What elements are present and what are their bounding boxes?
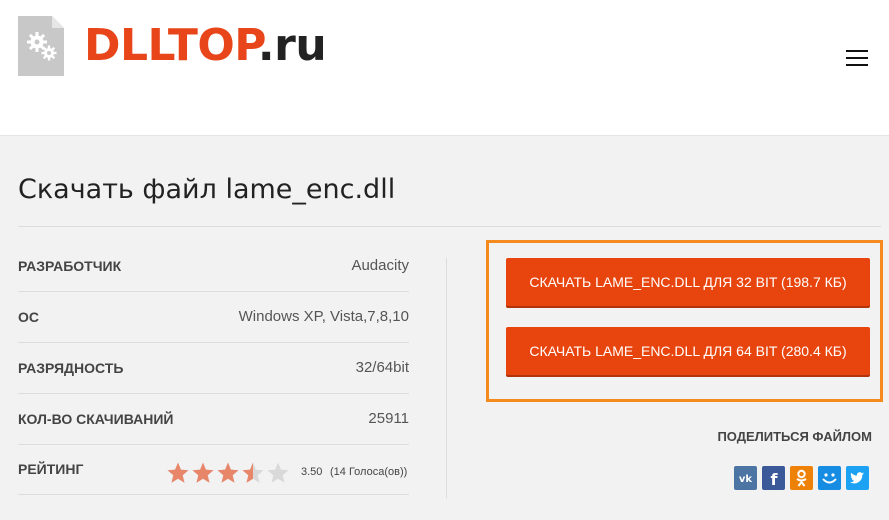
info-value: Windows XP, Vista,7,8,10 <box>238 308 409 325</box>
download-64bit-button[interactable]: СКАЧАТЬ LAME_ENC.DLL ДЛЯ 64 BIT (280.4 К… <box>506 327 870 375</box>
info-row-os: ОС Windows XP, Vista,7,8,10 <box>18 292 409 343</box>
share-label: ПОДЕЛИТЬСЯ ФАЙЛОМ <box>717 429 872 444</box>
star-icon[interactable] <box>266 461 290 485</box>
star-icon[interactable] <box>241 461 265 485</box>
star-icon[interactable] <box>191 461 215 485</box>
page-title: Скачать файл lame_enc.dll <box>18 174 396 205</box>
info-value: 32/64bit <box>355 359 409 376</box>
star-icon[interactable] <box>166 461 190 485</box>
star-icon[interactable] <box>216 461 240 485</box>
info-row-developer: РАЗРАБОТЧИК Audacity <box>18 241 409 292</box>
rating-votes: (14 Голоса(ов)) <box>330 466 408 478</box>
column-divider <box>446 258 447 498</box>
info-value: 25911 <box>368 410 409 427</box>
info-row-bitness: РАЗРЯДНОСТЬ 32/64bit <box>18 343 409 394</box>
site-header: DLLTOP.ru <box>0 0 889 95</box>
info-label: РАЗРАБОТЧИК <box>18 258 122 274</box>
vk-icon[interactable]: vk <box>734 466 757 490</box>
rating-score: 3.50 <box>301 466 323 478</box>
dll-file-gears-icon[interactable] <box>18 16 64 76</box>
hamburger-menu-icon[interactable] <box>846 47 870 69</box>
twitter-icon[interactable] <box>846 466 869 490</box>
odnoklassniki-icon[interactable] <box>790 466 813 490</box>
facebook-icon[interactable]: f <box>762 466 785 490</box>
info-label: КОЛ-ВО СКАЧИВАНИЙ <box>18 411 174 427</box>
download-32bit-button[interactable]: СКАЧАТЬ LAME_ENC.DLL ДЛЯ 32 BIT (198.7 К… <box>506 258 870 306</box>
svg-text:f: f <box>771 470 779 489</box>
info-label: РЕЙТИНГ <box>18 461 84 477</box>
info-row-downloads: КОЛ-ВО СКАЧИВАНИЙ 25911 <box>18 394 409 445</box>
info-label: РАЗРЯДНОСТЬ <box>18 360 124 376</box>
site-logo[interactable]: DLLTOP.ru <box>84 20 327 72</box>
logo-brand: DLLTOP <box>84 20 258 71</box>
moimir-icon[interactable] <box>818 466 841 490</box>
info-value: Audacity <box>351 257 409 274</box>
info-label: ОС <box>18 309 39 325</box>
logo-tld: .ru <box>257 20 327 71</box>
sub-header-bar <box>0 95 889 136</box>
divider <box>18 226 881 227</box>
svg-text:vk: vk <box>739 474 753 485</box>
